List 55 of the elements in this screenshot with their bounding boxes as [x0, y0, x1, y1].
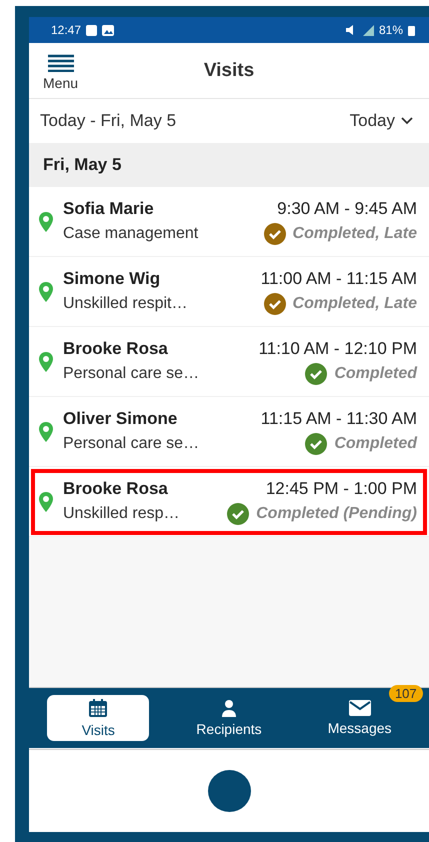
client-name: Oliver Simone	[63, 408, 178, 428]
visit-time: 11:00 AM - 11:15 AM	[260, 268, 417, 288]
visit-status: Completed	[334, 364, 417, 382]
visit-row[interactable]: Brooke Rosa 12:45 PM - 1:00 PM Unskilled resp… Completed (Pending)	[29, 467, 429, 537]
home-button[interactable]	[208, 770, 250, 812]
date-range: Today - Fri, May 5	[40, 111, 176, 131]
mail-icon	[348, 700, 371, 716]
image-icon	[102, 24, 114, 36]
visit-status: Completed	[334, 434, 417, 452]
service-type: Personal care se…	[63, 434, 200, 452]
check-circle-icon	[264, 292, 286, 314]
visit-status: Completed, Late	[292, 294, 417, 312]
location-pin-icon	[39, 422, 53, 442]
menu-icon	[48, 54, 74, 72]
visit-status: Completed (Pending)	[256, 504, 417, 522]
chevron-down-icon	[401, 117, 413, 125]
date-filter-dropdown[interactable]: Today	[350, 111, 413, 131]
battery-icon	[408, 24, 415, 36]
notification-icon	[86, 24, 98, 36]
check-circle-icon	[264, 222, 286, 244]
unread-count: 107	[388, 685, 423, 702]
person-icon	[220, 699, 238, 717]
location-pin-icon	[39, 352, 53, 372]
visit-row[interactable]: Simone Wig 11:00 AM - 11:15 AM Unskilled respit… Completed, Late	[29, 257, 429, 327]
service-type: Unskilled resp…	[63, 504, 180, 522]
section-date: Fri, May 5	[43, 155, 122, 175]
visit-row[interactable]: Oliver Simone 11:15 AM - 11:30 AM Personal care se… Completed	[29, 397, 429, 467]
location-pin-icon	[39, 492, 53, 512]
nav-tab[interactable]: Visits	[47, 695, 150, 741]
client-name: Sofia Marie	[63, 198, 154, 218]
service-type: Unskilled respit…	[63, 294, 188, 312]
nav-tab[interactable]: Recipients	[178, 695, 280, 741]
visit-time: 12:45 PM - 1:00 PM	[266, 478, 417, 498]
menu-button[interactable]: Menu	[29, 50, 86, 91]
client-name: Brooke Rosa	[63, 478, 168, 498]
battery-percent: 81%	[378, 23, 403, 37]
signal-icon	[362, 24, 374, 36]
visit-time: 9:30 AM - 9:45 AM	[277, 198, 417, 218]
status-time: 12:47	[51, 23, 82, 37]
visit-row[interactable]: Brooke Rosa 11:10 AM - 12:10 PM Personal care se… Completed	[29, 327, 429, 397]
client-name: Brooke Rosa	[63, 338, 168, 358]
check-circle-icon	[227, 502, 250, 524]
client-name: Simone Wig	[63, 268, 160, 288]
service-type: Case management	[63, 224, 198, 242]
visit-row[interactable]: Sofia Marie 9:30 AM - 9:45 AM Case management Completed, Late	[29, 187, 429, 257]
check-circle-icon	[305, 362, 328, 384]
page-title: Visits	[204, 60, 254, 82]
check-circle-icon	[305, 432, 328, 454]
visit-time: 11:15 AM - 11:30 AM	[260, 408, 417, 428]
location-pin-icon	[39, 282, 53, 302]
location-pin-icon	[39, 212, 53, 232]
visit-time: 11:10 AM - 12:10 PM	[258, 338, 417, 358]
calendar-icon	[88, 698, 108, 718]
service-type: Personal care se…	[63, 364, 200, 382]
visit-status: Completed, Late	[292, 224, 417, 242]
